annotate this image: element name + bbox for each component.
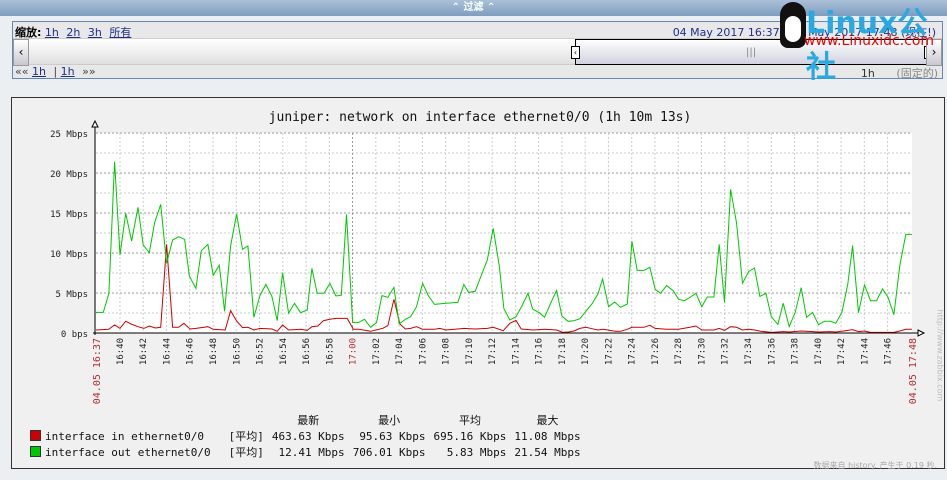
x-tick-label: 16:42 xyxy=(139,338,149,365)
legend-row-out: interface out ethernet0/0 [平均] 12.41 Mbp… xyxy=(26,444,585,460)
y-tick-label: 20 Mbps xyxy=(50,170,88,180)
legend-header-min: 最小 xyxy=(378,414,401,427)
legend-func: [平均] xyxy=(228,446,264,459)
x-tick-label: 17:06 xyxy=(418,338,428,365)
y-tick-label: 10 Mbps xyxy=(50,250,88,260)
x-edge-label: 04.05 16:37 xyxy=(92,338,103,404)
legend-min: 95.63 Kbps xyxy=(359,429,426,443)
x-tick-label: 17:42 xyxy=(837,338,847,365)
legend-last: 12.41 Mbps xyxy=(278,445,345,459)
y-tick-label: 0 bps xyxy=(61,330,88,340)
legend-name-out: interface out ethernet0/0 xyxy=(45,445,211,459)
x-tick-label: 16:46 xyxy=(186,338,196,365)
x-tick-label: 17:34 xyxy=(744,338,754,365)
legend-header: 最新 最小 平均 最大 xyxy=(26,412,585,428)
legend-row-in: interface in ethernet0/0 [平均] 463.63 Kbp… xyxy=(26,428,585,444)
legend-header-avg: 平均 xyxy=(458,414,481,427)
x-tick-label: 16:54 xyxy=(279,338,289,365)
x-tick-label: 17:38 xyxy=(791,338,801,365)
legend-swatch-in xyxy=(30,429,41,441)
legend-min: 706.01 Kbps xyxy=(352,445,426,459)
y-tick-label: 15 Mbps xyxy=(50,210,88,220)
x-tick-label: 17:20 xyxy=(581,338,591,365)
x-tick-label: 16:52 xyxy=(256,338,266,365)
x-tick-label: 16:50 xyxy=(232,338,242,365)
legend-max: 21.54 Mbps xyxy=(514,445,581,459)
x-tick-label: 17:24 xyxy=(628,338,638,365)
network-graph: 0 bps 5 Mbps 10 Mbps 15 Mbps 20 Mbps 25 Mbps 1… xyxy=(50,110,926,404)
x-tick-label: 17:28 xyxy=(674,338,684,365)
x-edge-label: 04.05 17:48 xyxy=(908,338,919,404)
y-tick-label: 5 Mbps xyxy=(55,290,88,300)
y-axis-arrow-icon xyxy=(91,119,99,128)
x-tick-label: 17:22 xyxy=(604,338,614,365)
legend: 最新 最小 平均 最大 interface in ethernet0/0 [平均… xyxy=(26,412,585,460)
x-tick-label: 16:48 xyxy=(209,338,219,365)
legend-swatch-out xyxy=(30,445,41,457)
x-tick-label: 17:30 xyxy=(697,338,707,365)
legend-header-max: 最大 xyxy=(536,414,559,427)
x-tick-label: 16:58 xyxy=(325,338,335,365)
x-tick-label: 17:46 xyxy=(884,338,894,365)
legend-name-in: interface in ethernet0/0 xyxy=(45,429,204,443)
x-tick-label: 17:14 xyxy=(511,338,521,365)
x-tick-label: 16:44 xyxy=(162,338,172,365)
legend-func: [平均] xyxy=(228,430,264,443)
x-tick-label: 17:44 xyxy=(860,338,870,365)
zabbix-side-text: http://www.zabbix.com xyxy=(935,309,945,402)
x-tick-label: 17:18 xyxy=(558,338,568,365)
legend-last: 463.63 Kbps xyxy=(271,429,345,443)
legend-avg: 695.16 Kbps xyxy=(433,429,507,443)
x-tick-label: 16:56 xyxy=(302,338,312,365)
x-tick-label: 17:08 xyxy=(442,338,452,365)
x-tick-label: 17:12 xyxy=(488,338,498,365)
x-tick-label: 17:32 xyxy=(721,338,731,365)
x-tick-label: 17:36 xyxy=(767,338,777,365)
x-tick-label: 17:16 xyxy=(535,338,545,365)
legend-max: 11.08 Mbps xyxy=(514,429,581,443)
x-tick-label: 17:02 xyxy=(372,338,382,365)
x-tick-label: 16:40 xyxy=(116,338,126,365)
legend-header-last: 最新 xyxy=(297,414,320,427)
x-tick-label: 17:40 xyxy=(814,338,824,365)
chart-title: juniper: network on interface ethernet0/… xyxy=(269,110,692,125)
x-axis-arrow-icon xyxy=(917,329,926,337)
x-tick-label: 17:04 xyxy=(395,338,405,365)
x-tick-label: 17:10 xyxy=(465,338,475,365)
legend-avg: 5.83 Mbps xyxy=(446,445,507,459)
y-tick-label: 25 Mbps xyxy=(50,130,88,140)
x-tick-label: 17:26 xyxy=(651,338,661,365)
graph-footer: 数据来自 history. 产生于 0.19 秒. xyxy=(813,461,937,470)
x-tick-label: 17:00 xyxy=(349,338,359,365)
